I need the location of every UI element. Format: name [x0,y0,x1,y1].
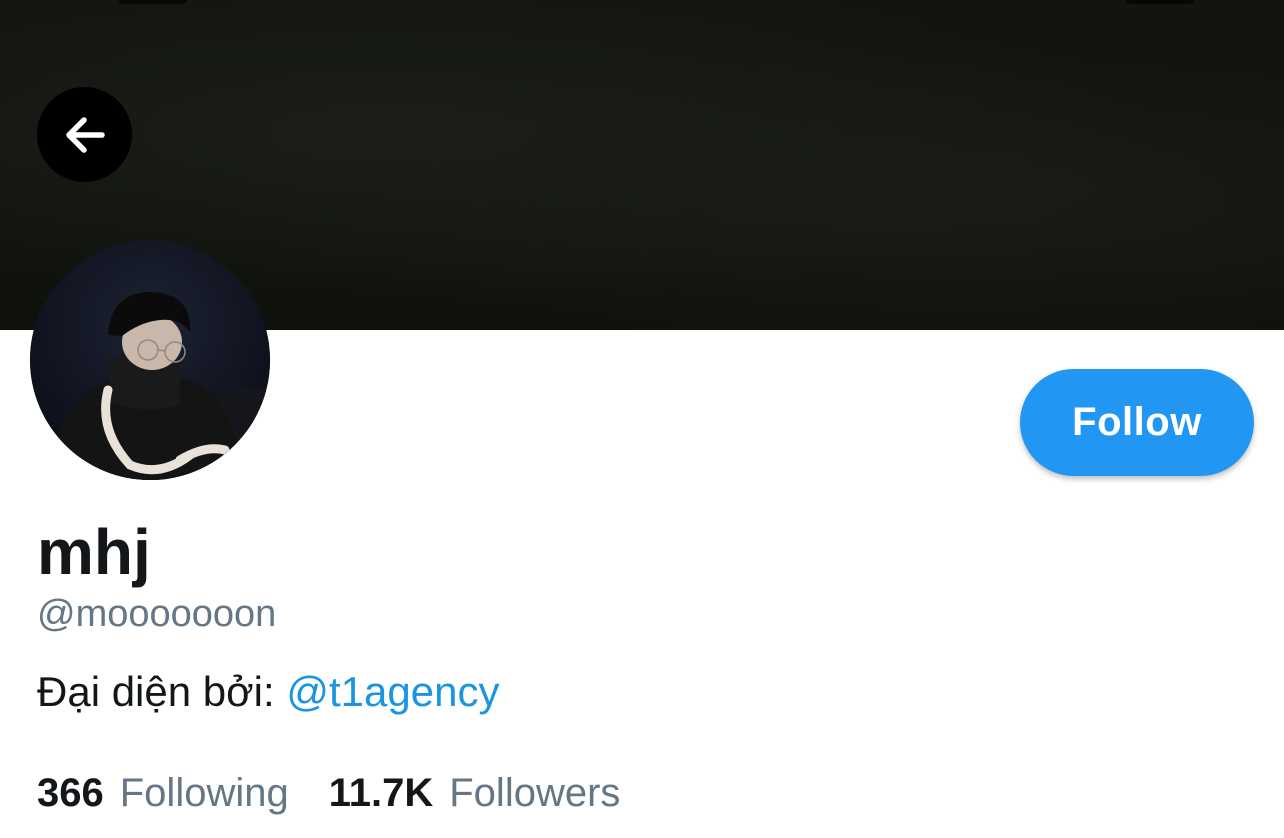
bio-mention-link[interactable]: @t1agency [286,668,499,715]
following-count: 366 [37,771,104,815]
avatar[interactable] [30,240,270,480]
profile-stats: 366 Following 11.7K Followers [37,768,660,818]
follow-button[interactable]: Follow [1020,369,1254,476]
profile-page: Follow mhj @mooooooon Đại diện bởi: @t1a… [0,0,1284,838]
bio: Đại diện bởi: @t1agency [37,666,499,718]
following-label: Following [119,771,289,815]
back-button[interactable] [37,87,132,182]
user-handle: @mooooooon [37,593,277,635]
followers-count: 11.7K [328,771,434,815]
banner-dark-spot [1125,0,1195,4]
following-link[interactable]: 366 Following [37,768,289,818]
arrow-left-icon [58,108,112,162]
banner-dark-spot [118,0,188,4]
followers-link[interactable]: 11.7K Followers [329,768,621,818]
bio-text: Đại diện bởi: [37,668,275,715]
followers-label: Followers [449,771,621,815]
display-name: mhj [37,516,151,588]
